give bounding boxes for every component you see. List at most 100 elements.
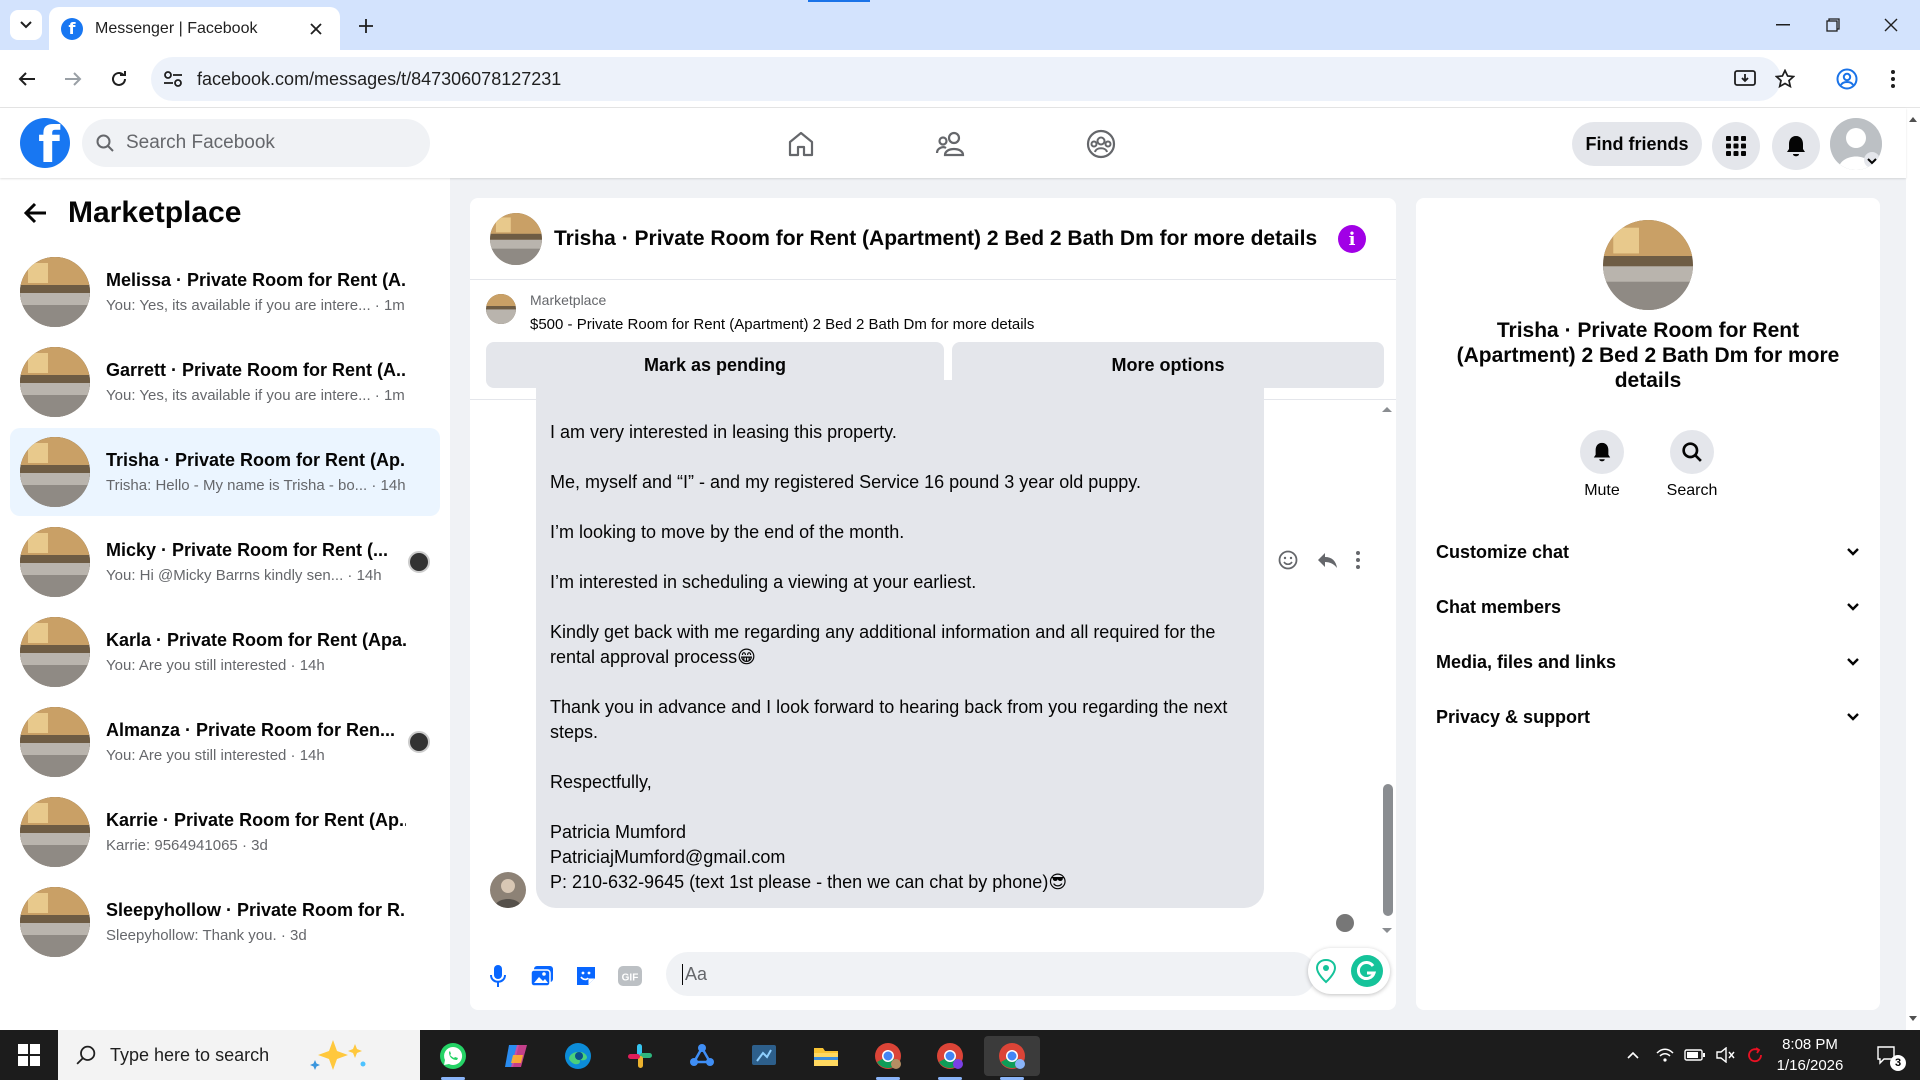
taskbar-edge[interactable] [550, 1036, 606, 1076]
battery-status[interactable] [1684, 1045, 1706, 1065]
conversation-item[interactable]: Micky · Private Room for Rent (... You: H… [10, 518, 440, 606]
start-button[interactable] [0, 1030, 58, 1080]
reload-button[interactable] [104, 64, 134, 94]
message-bubble[interactable]: I am very interested in leasing this pro… [536, 380, 1264, 908]
notifications-button[interactable] [1772, 122, 1820, 170]
nav-groups[interactable] [1079, 124, 1123, 164]
taskbar-chrome-profile-2[interactable] [922, 1036, 978, 1080]
conversation-item[interactable]: Melissa · Private Room for Rent (A... You… [10, 248, 440, 336]
show-hidden-icons-button[interactable] [1622, 1045, 1644, 1065]
chat-scrollbar-thumb[interactable] [1383, 784, 1393, 916]
taskbar-slack[interactable] [612, 1036, 668, 1076]
new-tab-button[interactable] [352, 12, 380, 40]
listing-mini-thumbnail[interactable] [486, 294, 516, 324]
conversation-name: Garrett · Private Room for Rent (A... [106, 360, 406, 380]
sender-avatar[interactable] [490, 872, 526, 908]
taskbar-copilot[interactable] [488, 1036, 544, 1076]
conversation-preview: You: Yes, its available if you are inter… [106, 387, 405, 404]
profile-button[interactable] [1832, 64, 1862, 94]
notification-center-button[interactable]: 3 [1872, 1045, 1906, 1071]
message-input[interactable]: Aa [666, 952, 1316, 996]
reply-icon[interactable] [1316, 550, 1338, 570]
listing-thumbnail [20, 887, 90, 957]
tab-close-button[interactable] [304, 17, 328, 41]
signature-email: PatriciajMumford@gmail.com [550, 847, 786, 867]
seen-avatar [408, 731, 430, 753]
voice-clip-button[interactable] [484, 962, 512, 990]
bookmark-button[interactable] [1770, 64, 1800, 94]
volume-status[interactable] [1714, 1045, 1736, 1065]
conversation-info-icon[interactable]: i [1338, 225, 1366, 253]
nav-friends[interactable] [929, 124, 973, 164]
chevron-down-icon [1847, 548, 1859, 556]
chat-panel: Trisha · Private Room for Rent (Apartmen… [470, 198, 1396, 1010]
mute-button[interactable]: Mute [1562, 430, 1642, 500]
search-icon [96, 134, 114, 152]
facebook-search-input[interactable]: Search Facebook [82, 119, 430, 167]
install-app-button[interactable] [1730, 64, 1760, 94]
chat-scrollbar[interactable] [1380, 404, 1394, 936]
conversation-name: Karla · Private Room for Rent (Apa... [106, 630, 406, 650]
conversation-item[interactable]: Karrie · Private Room for Rent (Ap... Kar… [10, 788, 440, 876]
chrome-icon [937, 1043, 963, 1069]
tab-search-button[interactable] [10, 10, 42, 40]
window-close-button[interactable] [1876, 12, 1906, 38]
listing-description[interactable]: $500 - Private Room for Rent (Apartment)… [530, 316, 1034, 333]
account-avatar[interactable] [1830, 118, 1882, 170]
taskbar-remote-desktop[interactable] [736, 1036, 792, 1076]
message-line: Me, myself and “I” - and my registered S… [550, 472, 1141, 492]
window-restore-button[interactable] [1818, 12, 1848, 38]
info-listing-photo[interactable] [1603, 220, 1693, 310]
privacy-support-section[interactable]: Privacy & support [1436, 697, 1860, 737]
profile-icon [1836, 68, 1858, 90]
system-clock[interactable]: 8:08 PM 1/16/2026 [1760, 1034, 1860, 1076]
browser-menu-button[interactable] [1878, 64, 1908, 94]
taskbar-search-box[interactable]: Type here to search [58, 1030, 420, 1080]
back-arrow-icon[interactable] [24, 202, 48, 224]
grammarly-widget[interactable] [1308, 948, 1390, 994]
conversation-item[interactable]: Garrett · Private Room for Rent (A... You… [10, 338, 440, 426]
menu-button[interactable] [1712, 122, 1760, 170]
sticker-button[interactable] [572, 962, 600, 990]
taskbar-app-blue[interactable] [674, 1036, 730, 1076]
taskbar-chrome-active[interactable] [984, 1036, 1040, 1080]
nav-home[interactable] [779, 124, 823, 164]
conversation-item[interactable]: Karla · Private Room for Rent (Apa... You… [10, 608, 440, 696]
close-icon [310, 22, 322, 35]
customize-chat-section[interactable]: Customize chat [1436, 532, 1860, 572]
attach-photo-button[interactable] [528, 962, 556, 990]
gif-button[interactable]: GIF [616, 962, 644, 990]
seen-avatar [408, 551, 430, 573]
search-in-conversation-button[interactable]: Search [1652, 430, 1732, 500]
address-bar[interactable]: facebook.com/messages/t/847306078127231 [151, 57, 1781, 101]
conversation-item[interactable]: Sleepyhollow · Private Room for R... Slee… [10, 878, 440, 966]
find-friends-button[interactable]: Find friends [1572, 122, 1702, 166]
chat-listing-thumbnail[interactable] [490, 212, 542, 265]
page-scrollbar[interactable] [1906, 108, 1920, 1030]
more-icon[interactable] [1356, 551, 1360, 569]
slack-icon [628, 1044, 652, 1068]
browser-tab-messenger[interactable]: f Messenger | Facebook [49, 7, 340, 50]
conversation-item[interactable]: Almanza · Private Room for Ren... You: Ar… [10, 698, 440, 786]
back-button[interactable] [12, 64, 42, 94]
network-status[interactable] [1654, 1045, 1676, 1065]
forward-button[interactable] [58, 64, 88, 94]
taskbar-file-explorer[interactable] [798, 1036, 854, 1076]
chat-members-section[interactable]: Chat members [1436, 587, 1860, 627]
url-text: facebook.com/messages/t/847306078127231 [197, 68, 562, 89]
media-files-links-section[interactable]: Media, files and links [1436, 642, 1860, 682]
taskbar-whatsapp[interactable] [425, 1036, 481, 1080]
react-emoji-icon[interactable] [1278, 550, 1298, 570]
taskbar-chrome-profile-1[interactable] [860, 1036, 916, 1080]
section-label: Media, files and links [1436, 651, 1617, 672]
window-minimize-button[interactable] [1768, 12, 1798, 38]
facebook-logo[interactable]: f [20, 118, 70, 168]
conversation-name: Almanza · Private Room for Ren... [106, 720, 396, 740]
search-icon [76, 1045, 96, 1065]
listing-thumbnail [20, 437, 90, 507]
chat-title[interactable]: Trisha · Private Room for Rent (Apartmen… [554, 227, 1317, 251]
conversation-item-active[interactable]: Trisha · Private Room for Rent (Ap... Tri… [10, 428, 440, 516]
arrow-left-icon [18, 72, 35, 86]
taskbar-search-placeholder: Type here to search [110, 1044, 270, 1065]
scroll-up-icon [1909, 117, 1917, 122]
